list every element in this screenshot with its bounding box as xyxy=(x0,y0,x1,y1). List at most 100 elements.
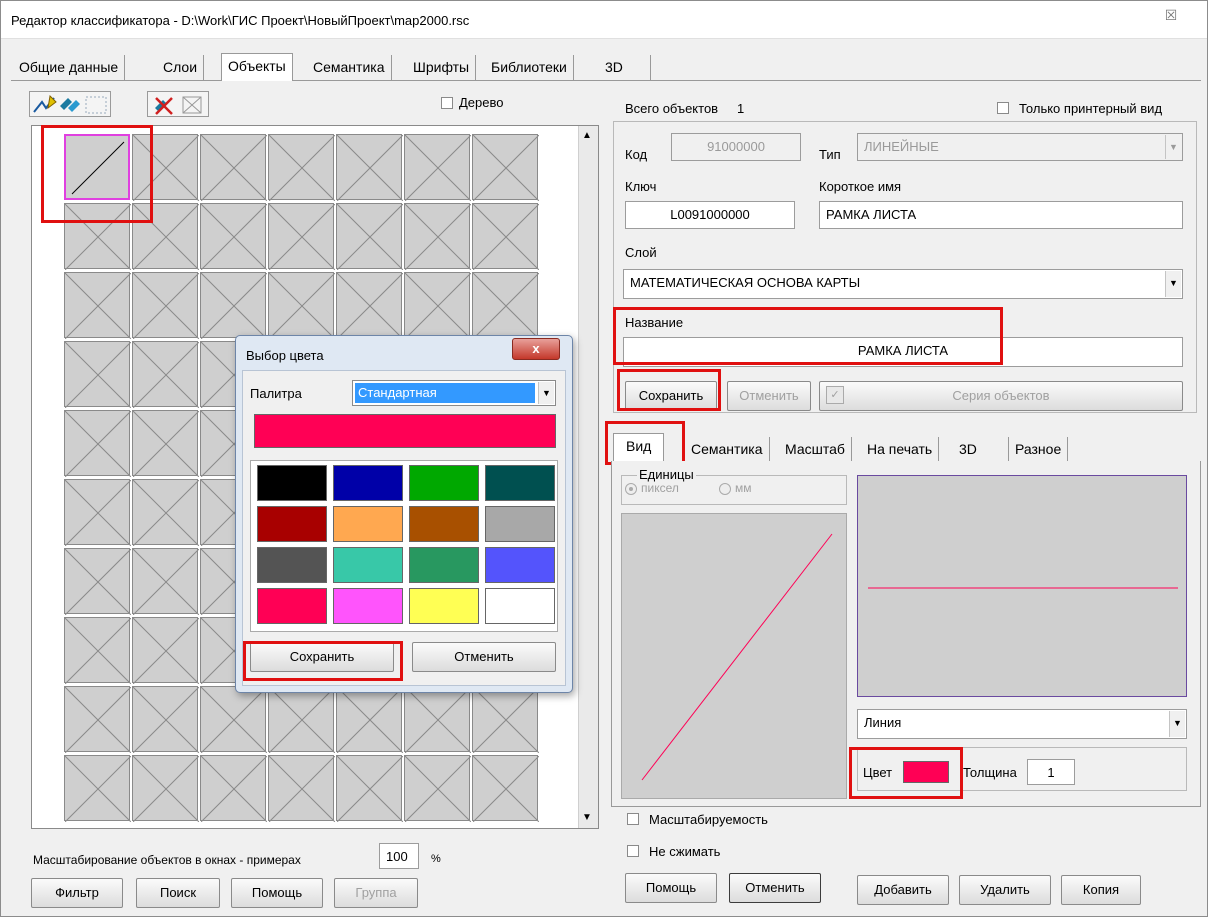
sub-tab-semantics[interactable]: Семантика xyxy=(685,437,770,463)
primitive-combo[interactable]: Линия ▼ xyxy=(857,709,1187,739)
cancel-object-button[interactable]: Отменить xyxy=(727,381,811,411)
color-dialog-close-icon[interactable]: x xyxy=(512,338,560,360)
object-cell[interactable] xyxy=(200,272,267,339)
object-cell[interactable] xyxy=(132,548,199,615)
object-cell[interactable] xyxy=(64,686,131,753)
object-cell[interactable] xyxy=(64,548,131,615)
object-cell[interactable] xyxy=(200,134,267,201)
object-cell[interactable] xyxy=(132,410,199,477)
add-button[interactable]: Добавить xyxy=(857,875,949,905)
object-cell[interactable] xyxy=(268,755,335,822)
group-button[interactable]: Группа xyxy=(334,878,418,908)
object-cell[interactable] xyxy=(132,341,199,408)
object-cell[interactable] xyxy=(404,203,471,270)
color-swatch[interactable] xyxy=(257,588,327,624)
sub-tab-3d[interactable]: 3D xyxy=(953,437,1009,463)
color-swatch[interactable] xyxy=(409,465,479,501)
object-cell[interactable] xyxy=(200,755,267,822)
object-cell[interactable] xyxy=(336,755,403,822)
tab-layers[interactable]: Слои xyxy=(157,55,205,81)
object-cell[interactable] xyxy=(336,134,403,201)
units-pixel-radio[interactable] xyxy=(625,483,637,495)
color-swatch[interactable] xyxy=(485,547,555,583)
draw-line-icon[interactable] xyxy=(32,94,58,116)
object-cell[interactable] xyxy=(132,755,199,822)
object-cell[interactable] xyxy=(132,617,199,684)
object-cell[interactable] xyxy=(200,203,267,270)
color-swatch[interactable] xyxy=(333,588,403,624)
tab-general[interactable]: Общие данные xyxy=(13,55,126,81)
object-cell[interactable] xyxy=(64,479,131,546)
color-swatch[interactable] xyxy=(333,506,403,542)
color-swatch[interactable] xyxy=(409,547,479,583)
short-name-field[interactable]: РАМКА ЛИСТА xyxy=(819,201,1183,229)
color-swatch[interactable] xyxy=(257,465,327,501)
type-combo[interactable]: ЛИНЕЙНЫЕ ▼ xyxy=(857,133,1183,161)
object-cell[interactable] xyxy=(200,686,267,753)
object-cell[interactable] xyxy=(336,203,403,270)
scroll-up-icon[interactable]: ▲ xyxy=(582,130,592,141)
layer-dropdown-icon[interactable]: ▼ xyxy=(1165,271,1181,297)
color-swatch[interactable] xyxy=(333,465,403,501)
tab-libraries[interactable]: Библиотеки xyxy=(485,55,574,81)
layer-combo[interactable]: МАТЕМАТИЧЕСКАЯ ОСНОВА КАРТЫ ▼ xyxy=(623,269,1183,299)
object-cell[interactable] xyxy=(132,686,199,753)
object-cell[interactable] xyxy=(472,134,539,201)
color-swatch[interactable] xyxy=(257,547,327,583)
tab-fonts[interactable]: Шрифты xyxy=(407,55,477,81)
object-cell[interactable] xyxy=(404,755,471,822)
scroll-down-icon[interactable]: ▼ xyxy=(582,812,592,823)
color-cancel-button[interactable]: Отменить xyxy=(412,642,556,672)
delete-button[interactable]: Удалить xyxy=(959,875,1051,905)
scalable-checkbox[interactable] xyxy=(627,813,639,825)
object-cell[interactable] xyxy=(64,617,131,684)
object-cell[interactable] xyxy=(472,203,539,270)
object-cell[interactable] xyxy=(404,272,471,339)
palette-combo[interactable]: Стандартная ▼ xyxy=(352,380,556,406)
delete-object-icon[interactable] xyxy=(151,94,177,116)
copy-object-icon[interactable] xyxy=(58,94,82,116)
primitive-dropdown-icon[interactable]: ▼ xyxy=(1169,711,1185,737)
object-cell[interactable] xyxy=(132,479,199,546)
object-cell[interactable] xyxy=(268,134,335,201)
code-field[interactable]: 91000000 xyxy=(671,133,801,161)
color-swatch[interactable] xyxy=(485,588,555,624)
sub-tab-print[interactable]: На печать xyxy=(861,437,940,463)
arrange-icon[interactable] xyxy=(84,94,108,116)
object-cell[interactable] xyxy=(268,686,335,753)
sub-tab-misc[interactable]: Разное xyxy=(1009,437,1069,463)
search-button[interactable]: Поиск xyxy=(136,878,220,908)
object-cell[interactable] xyxy=(472,755,539,822)
color-swatch[interactable] xyxy=(485,465,555,501)
key-field[interactable]: L0091000000 xyxy=(625,201,795,229)
tree-checkbox[interactable] xyxy=(441,97,453,109)
palette-dropdown-icon[interactable]: ▼ xyxy=(538,382,554,404)
object-cell[interactable] xyxy=(268,203,335,270)
series-button[interactable]: ✓ Серия объектов xyxy=(819,381,1183,411)
tab-3d[interactable]: 3D xyxy=(599,55,651,81)
help-right-button[interactable]: Помощь xyxy=(625,873,717,903)
object-cell[interactable] xyxy=(268,272,335,339)
color-swatch[interactable] xyxy=(257,506,327,542)
tab-semantics[interactable]: Семантика xyxy=(307,55,392,81)
object-cell[interactable] xyxy=(64,410,131,477)
object-cell[interactable] xyxy=(64,755,131,822)
no-shrink-checkbox[interactable] xyxy=(627,845,639,857)
color-swatch[interactable] xyxy=(409,588,479,624)
type-dropdown-icon[interactable]: ▼ xyxy=(1165,135,1181,159)
thickness-field[interactable]: 1 xyxy=(1027,759,1075,785)
object-cell[interactable] xyxy=(472,686,539,753)
color-swatch[interactable] xyxy=(409,506,479,542)
delete-all-icon[interactable] xyxy=(180,94,206,116)
color-swatch[interactable] xyxy=(333,547,403,583)
object-cell[interactable] xyxy=(64,341,131,408)
close-icon[interactable]: ☒ xyxy=(1143,5,1199,27)
filter-button[interactable]: Фильтр xyxy=(31,878,123,908)
object-cell[interactable] xyxy=(336,272,403,339)
scale-input[interactable]: 100 xyxy=(379,843,419,869)
copy-button[interactable]: Копия xyxy=(1061,875,1141,905)
object-cell[interactable] xyxy=(404,134,471,201)
tab-objects[interactable]: Объекты xyxy=(221,53,293,81)
printer-only-checkbox[interactable] xyxy=(997,102,1009,114)
object-cell[interactable] xyxy=(132,272,199,339)
